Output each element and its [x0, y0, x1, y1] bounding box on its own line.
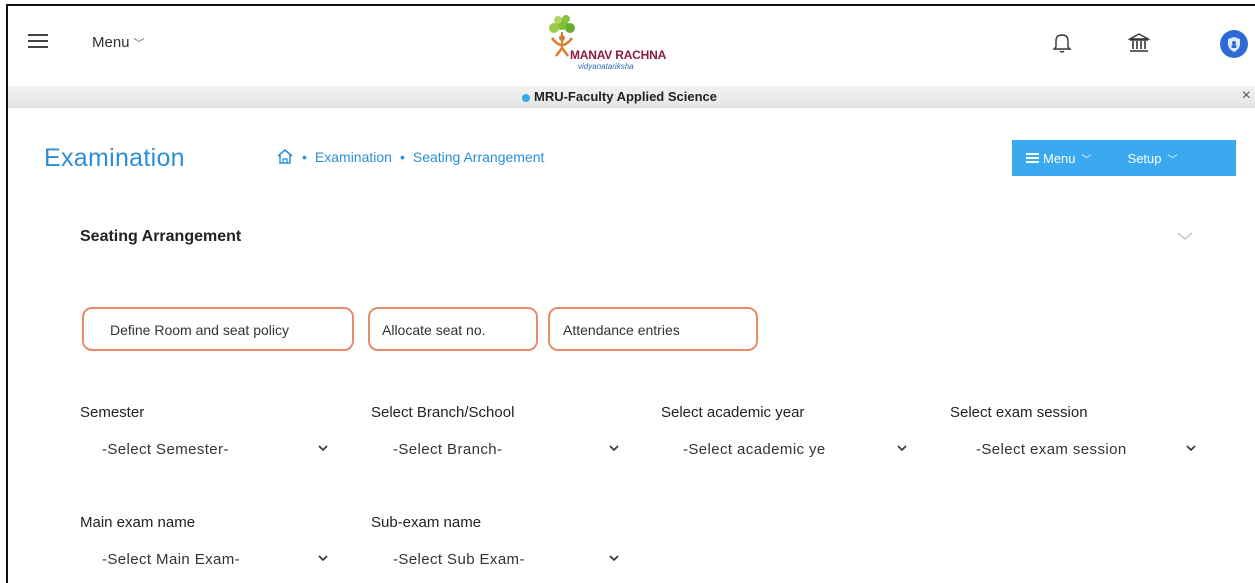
status-dot-icon [522, 93, 530, 102]
exam-session-label: Select exam session [950, 404, 1088, 421]
action-menu-button[interactable]: Menu ﹀ [1026, 151, 1092, 166]
top-menu-label: Menu [92, 34, 130, 51]
page-title: Examination [44, 144, 185, 172]
setup-button[interactable]: Setup ﹀ [1128, 151, 1178, 166]
organization-label: MRU-Faculty Applied Science [522, 89, 717, 104]
tab-allocate-seat-no[interactable]: Allocate seat no. [368, 307, 538, 351]
semester-label: Semester [80, 404, 145, 421]
top-bar: Menu ﹀ MANAV RACHNA vidyanatariksha [8, 6, 1255, 86]
branch-select[interactable]: -Select Branch- [371, 436, 627, 464]
organization-name: MRU-Faculty Applied Science [534, 89, 717, 104]
branch-label: Select Branch/School [371, 404, 515, 421]
home-icon[interactable] [276, 148, 294, 165]
collapse-chevron-icon[interactable] [1176, 230, 1194, 242]
bank-icon[interactable] [1128, 32, 1150, 54]
logo-subtext: vidyanatariksha [578, 62, 634, 71]
academic-year-select[interactable]: -Select academic ye [661, 436, 921, 464]
main-exam-value: -Select Main Exam- [102, 551, 241, 568]
top-menu-dropdown[interactable]: Menu ﹀ [92, 34, 145, 51]
breadcrumb-examination[interactable]: Examination [315, 149, 392, 165]
action-bar: Menu ﹀ Setup ﹀ [1012, 140, 1236, 176]
breadcrumb-seating-arrangement[interactable]: Seating Arrangement [413, 149, 545, 165]
breadcrumb: • Examination • Seating Arrangement [276, 148, 544, 165]
tab-attendance-entries[interactable]: Attendance entries [548, 307, 758, 351]
section-title: Seating Arrangement [80, 228, 242, 245]
bell-icon[interactable] [1052, 32, 1072, 54]
academic-year-value: -Select academic ye [683, 441, 826, 458]
sub-exam-value: -Select Sub Exam- [393, 551, 525, 568]
app-frame: Menu ﹀ MANAV RACHNA vidyanatariksha MRU-… [6, 4, 1255, 583]
main-exam-select[interactable]: -Select Main Exam- [80, 546, 336, 574]
user-avatar[interactable] [1220, 30, 1248, 58]
chevron-down-icon: ﹀ [133, 38, 145, 50]
chevron-down-icon [609, 555, 619, 562]
shield-avatar-icon [1228, 37, 1240, 52]
chevron-down-icon: ﹀ [1167, 154, 1178, 166]
close-icon[interactable]: × [1242, 87, 1251, 105]
organization-bar: MRU-Faculty Applied Science × [8, 86, 1255, 108]
breadcrumb-separator: • [399, 148, 405, 165]
semester-value: -Select Semester- [102, 441, 229, 458]
breadcrumb-separator: • [302, 148, 307, 165]
sub-exam-label: Sub-exam name [371, 514, 482, 531]
chevron-down-icon [897, 445, 907, 452]
branch-value: -Select Branch- [393, 441, 503, 458]
action-menu-label: Menu [1043, 150, 1076, 166]
hamburger-icon[interactable] [28, 34, 48, 48]
setup-label: Setup [1127, 150, 1162, 166]
manav-rachna-logo: MANAV RACHNA vidyanatariksha [528, 12, 688, 78]
semester-select[interactable]: -Select Semester- [80, 436, 336, 464]
chevron-down-icon [1186, 445, 1196, 452]
logo-text: MANAV RACHNA [570, 48, 667, 62]
sub-exam-select[interactable]: -Select Sub Exam- [371, 546, 627, 574]
tab-define-room-seat-policy[interactable]: Define Room and seat policy [82, 307, 354, 351]
main-exam-label: Main exam name [80, 514, 196, 531]
chevron-down-icon [318, 555, 328, 562]
exam-session-value: -Select exam session [976, 441, 1127, 458]
hamburger-icon [1026, 151, 1039, 165]
chevron-down-icon: ﹀ [1081, 154, 1092, 166]
chevron-down-icon [318, 445, 328, 452]
chevron-down-icon [609, 445, 619, 452]
exam-session-select[interactable]: -Select exam session [950, 436, 1206, 464]
academic-year-label: Select academic year [661, 404, 805, 421]
